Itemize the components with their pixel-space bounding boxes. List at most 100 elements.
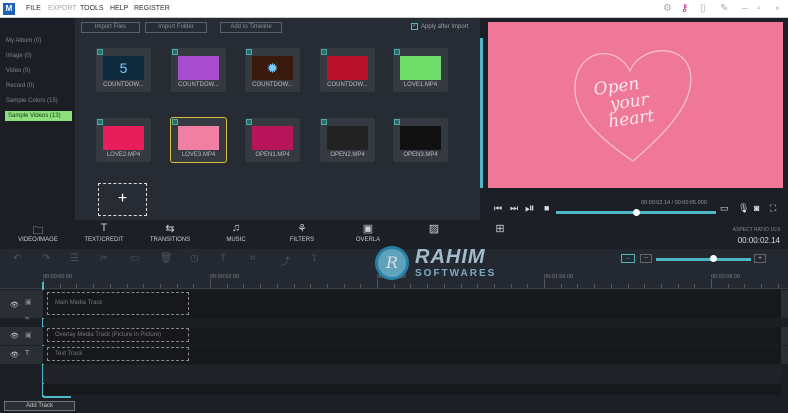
delete-icon[interactable]: 🗑 <box>160 253 173 264</box>
ruler-tick <box>143 284 145 288</box>
crop-icon[interactable]: ⌗ <box>250 253 256 264</box>
media-thumbnail[interactable]: LOVE1.MP4 <box>393 48 448 92</box>
minimize-icon[interactable]: – <box>742 3 748 14</box>
zoom-in-button[interactable]: + <box>754 254 766 263</box>
media-thumbnail[interactable]: OPEN1.MP4 <box>245 118 300 162</box>
main-media-track-dropzone[interactable]: Main Media Track <box>47 292 189 315</box>
select-checkbox[interactable] <box>172 119 178 125</box>
tab-elements[interactable]: ▨ <box>399 222 469 237</box>
redo-icon[interactable]: ↷ <box>42 253 50 264</box>
next-frame-icon[interactable]: ⏭ <box>510 203 518 214</box>
zoom-slider[interactable] <box>656 258 751 261</box>
sidebar-item-record[interactable]: Record (0) <box>6 83 34 89</box>
rotate-icon[interactable]: ⤴ <box>280 253 290 268</box>
aspect-ratio[interactable]: ASPECT RATIO 16:9 <box>733 227 780 233</box>
select-checkbox[interactable] <box>97 119 103 125</box>
play-icon[interactable]: ⏯ <box>525 201 535 216</box>
text-track-dropzone[interactable]: Text Track <box>47 347 189 361</box>
save-icon[interactable]: ▯ <box>700 3 706 14</box>
fit-timeline-button[interactable]: ↔ <box>621 254 635 263</box>
zoom-slider-handle[interactable] <box>710 255 717 262</box>
maximize-icon[interactable]: ▫ <box>757 3 761 14</box>
menu-export[interactable]: EXPORT <box>48 5 77 12</box>
tab-filters[interactable]: ⚘ FILTERS <box>267 222 337 243</box>
adjust-icon[interactable]: ☰ <box>70 253 79 264</box>
menu-register[interactable]: REGISTER <box>134 5 170 12</box>
text-icon: T <box>100 222 108 234</box>
select-checkbox[interactable] <box>321 49 327 55</box>
preview-progress-handle[interactable] <box>633 209 640 216</box>
media-thumbnail[interactable]: COUNTDOW... <box>171 48 226 92</box>
eye-icon[interactable]: 👁 <box>10 351 19 359</box>
fullscreen-icon[interactable]: ⛶ <box>770 203 776 214</box>
cut-icon[interactable]: ✂ <box>100 253 108 264</box>
select-checkbox[interactable] <box>246 119 252 125</box>
edit-icon[interactable]: ✎ <box>720 3 728 14</box>
menu-help[interactable]: HELP <box>110 5 128 12</box>
sidebar-item-video[interactable]: Video (0) <box>6 68 30 74</box>
import-folder-button[interactable]: Import Folder <box>145 22 207 33</box>
menu-tools[interactable]: TOOLS <box>80 5 104 12</box>
sidebar-item-sample-colors[interactable]: Sample Colors (15) <box>6 98 58 104</box>
thumbnail-label: LOVE1.MP4 <box>403 82 438 88</box>
media-thumbnail[interactable]: COUNTDOW... <box>320 48 375 92</box>
select-checkbox[interactable] <box>394 119 400 125</box>
zoom-out-button[interactable]: − <box>640 254 652 263</box>
menu-file[interactable]: FILE <box>26 5 41 12</box>
split-icon[interactable]: ▭ <box>130 253 139 264</box>
export-clip-icon[interactable]: ⇪ <box>310 253 318 264</box>
apply-after-import-checkbox[interactable]: ✓ <box>411 23 418 30</box>
add-media-button[interactable]: + <box>98 183 147 216</box>
snapshot-icon[interactable]: ◙ <box>754 203 759 213</box>
timeline-scrollbar[interactable] <box>43 396 71 398</box>
close-icon[interactable]: × <box>775 4 780 13</box>
tab-folder[interactable]: 🗀 VIDEO/IMAGE <box>3 222 73 243</box>
thumbnail-image <box>400 126 441 150</box>
ruler-tick <box>193 284 195 288</box>
ruler-tick <box>243 284 245 288</box>
settings-icon[interactable]: ⚙ <box>663 3 672 14</box>
previous-frame-icon[interactable]: ⏮ <box>494 203 502 214</box>
select-checkbox[interactable] <box>97 49 103 55</box>
media-thumbnail[interactable]: OPEN3.MP4 <box>393 118 448 162</box>
key-icon[interactable]: ⚷ <box>681 3 688 14</box>
media-thumbnail[interactable]: LOVE2.MP4 <box>96 118 151 162</box>
audio-link-icon[interactable]: ⇋ <box>25 316 29 322</box>
sidebar-item-image[interactable]: Image (0) <box>6 53 32 59</box>
empty-track-lane[interactable] <box>43 365 781 383</box>
import-files-button[interactable]: Import Files <box>81 22 140 33</box>
media-thumbnail[interactable]: 5 COUNTDOW... <box>96 48 151 92</box>
speed-icon[interactable]: ◷ <box>190 253 199 264</box>
tab-export[interactable]: ⊞ <box>465 222 535 237</box>
text-tool-icon[interactable]: T <box>220 253 226 264</box>
sidebar-item-my-album[interactable]: My Album (0) <box>6 38 41 44</box>
select-checkbox[interactable] <box>246 49 252 55</box>
tab-label: FILTERS <box>289 237 315 243</box>
ruler-tick <box>159 284 161 288</box>
tab-music[interactable]: ♫ MUSIC <box>201 222 271 243</box>
add-track-button[interactable]: Add Track <box>4 401 75 411</box>
main-audio-lane[interactable] <box>43 319 781 326</box>
empty-track-lane[interactable] <box>43 384 781 395</box>
select-checkbox[interactable] <box>172 49 178 55</box>
select-checkbox[interactable] <box>321 119 327 125</box>
eye-icon[interactable]: 👁 <box>10 301 19 309</box>
overlay-track-dropzone[interactable]: Overlay Media Track (Picture in Picture) <box>47 328 189 342</box>
add-to-timeline-button[interactable]: Add to Timeline <box>220 22 282 33</box>
tab-transitions[interactable]: ⇆ TRANSITIONS <box>135 222 205 243</box>
media-thumbnail[interactable]: LOVE3.MP4 <box>170 117 227 163</box>
media-thumbnail[interactable]: ✹ COUNTDOW... <box>245 48 300 92</box>
camera-icon[interactable]: ▭ <box>720 203 729 214</box>
undo-icon[interactable]: ↶ <box>13 253 21 264</box>
tab-text[interactable]: T TEXT/CREDIT <box>69 222 139 243</box>
eye-icon[interactable]: 👁 <box>10 332 19 340</box>
ruler-tick <box>210 279 211 288</box>
microphone-icon[interactable]: 🎙 <box>738 203 749 214</box>
stop-icon[interactable]: ■ <box>544 203 549 213</box>
select-checkbox[interactable] <box>394 49 400 55</box>
sidebar-item-sample-videos[interactable]: Sample Videos (13) <box>5 111 72 121</box>
ruler-tick <box>727 284 729 288</box>
tab-label: VIDEO/IMAGE <box>18 237 58 243</box>
media-scrollbar[interactable] <box>480 38 483 188</box>
media-thumbnail[interactable]: OPEN2.MP4 <box>320 118 375 162</box>
